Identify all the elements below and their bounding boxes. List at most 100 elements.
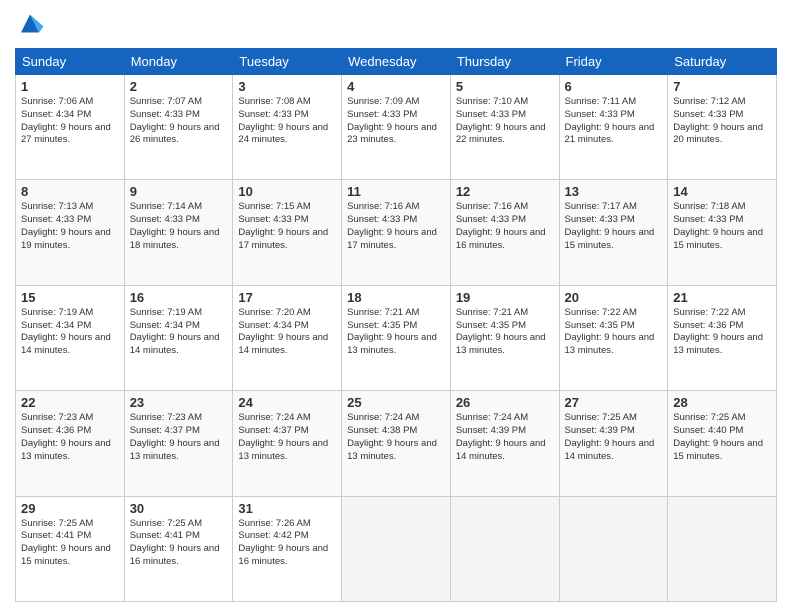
day-number: 9 [130,184,228,199]
calendar-cell: 18Sunrise: 7:21 AMSunset: 4:35 PMDayligh… [342,285,451,390]
logo-icon [15,10,45,40]
day-info: Sunrise: 7:10 AMSunset: 4:33 PMDaylight:… [456,96,554,147]
calendar-cell: 27Sunrise: 7:25 AMSunset: 4:39 PMDayligh… [559,391,668,496]
calendar-cell [668,496,777,601]
calendar-cell: 21 Sunrise: 7:22 AMSunset: 4:36 PMDayligh… [668,285,777,390]
day-number: 29 [21,501,119,516]
calendar-cell: 13 Sunrise: 7:17 AMSunset: 4:33 PMDayligh… [559,180,668,285]
calendar-cell: 15Sunrise: 7:19 AMSunset: 4:34 PMDayligh… [16,285,125,390]
day-info: Sunrise: 7:21 AMSunset: 4:35 PMDaylight:… [456,307,554,358]
calendar-week-row: 22 Sunrise: 7:23 AMSunset: 4:36 PMDayligh… [16,391,777,496]
calendar-cell: 14 Sunrise: 7:18 AMSunset: 4:33 PMDayligh… [668,180,777,285]
calendar-week-row: 29 Sunrise: 7:25 AMSunset: 4:41 PMDayligh… [16,496,777,601]
day-info: Sunrise: 7:23 AMSunset: 4:37 PMDaylight:… [130,412,228,463]
day-number: 21 [673,290,771,305]
calendar-cell: 23 Sunrise: 7:23 AMSunset: 4:37 PMDayligh… [124,391,233,496]
weekday-header: Saturday [668,49,777,75]
day-number: 14 [673,184,771,199]
calendar-cell: 30 Sunrise: 7:25 AMSunset: 4:41 PMDayligh… [124,496,233,601]
day-number: 13 [565,184,663,199]
calendar-cell: 1Sunrise: 7:06 AMSunset: 4:34 PMDaylight… [16,75,125,180]
day-number: 8 [21,184,119,199]
day-number: 4 [347,79,445,94]
calendar-cell: 6 Sunrise: 7:11 AMSunset: 4:33 PMDaylight… [559,75,668,180]
day-number: 11 [347,184,445,199]
weekday-header: Thursday [450,49,559,75]
calendar-cell: 4 Sunrise: 7:09 AMSunset: 4:33 PMDaylight… [342,75,451,180]
calendar-cell: 22 Sunrise: 7:23 AMSunset: 4:36 PMDayligh… [16,391,125,496]
weekday-header: Monday [124,49,233,75]
day-info: Sunrise: 7:11 AMSunset: 4:33 PMDaylight:… [565,96,663,147]
day-info: Sunrise: 7:26 AMSunset: 4:42 PMDaylight:… [238,518,336,569]
weekday-header-row: SundayMondayTuesdayWednesdayThursdayFrid… [16,49,777,75]
calendar-cell: 3 Sunrise: 7:08 AMSunset: 4:33 PMDaylight… [233,75,342,180]
day-number: 26 [456,395,554,410]
day-info: Sunrise: 7:23 AMSunset: 4:36 PMDaylight:… [21,412,119,463]
day-info: Sunrise: 7:16 AMSunset: 4:33 PMDaylight:… [347,201,445,252]
day-info: Sunrise: 7:08 AMSunset: 4:33 PMDaylight:… [238,96,336,147]
day-info: Sunrise: 7:09 AMSunset: 4:33 PMDaylight:… [347,96,445,147]
day-number: 5 [456,79,554,94]
day-number: 18 [347,290,445,305]
day-info: Sunrise: 7:12 AMSunset: 4:33 PMDaylight:… [673,96,771,147]
calendar-cell: 9 Sunrise: 7:14 AMSunset: 4:33 PMDaylight… [124,180,233,285]
weekday-header: Wednesday [342,49,451,75]
day-info: Sunrise: 7:14 AMSunset: 4:33 PMDaylight:… [130,201,228,252]
weekday-header: Sunday [16,49,125,75]
day-info: Sunrise: 7:25 AMSunset: 4:41 PMDaylight:… [130,518,228,569]
calendar-cell: 24 Sunrise: 7:24 AMSunset: 4:37 PMDayligh… [233,391,342,496]
day-number: 30 [130,501,228,516]
calendar-cell [450,496,559,601]
calendar-cell: 20 Sunrise: 7:22 AMSunset: 4:35 PMDayligh… [559,285,668,390]
day-number: 7 [673,79,771,94]
day-number: 15 [21,290,119,305]
day-info: Sunrise: 7:24 AMSunset: 4:38 PMDaylight:… [347,412,445,463]
calendar-cell: 16Sunrise: 7:19 AMSunset: 4:34 PMDayligh… [124,285,233,390]
day-info: Sunrise: 7:24 AMSunset: 4:37 PMDaylight:… [238,412,336,463]
calendar-week-row: 8 Sunrise: 7:13 AMSunset: 4:33 PMDaylight… [16,180,777,285]
weekday-header: Friday [559,49,668,75]
day-number: 2 [130,79,228,94]
day-info: Sunrise: 7:25 AMSunset: 4:41 PMDaylight:… [21,518,119,569]
calendar-cell [559,496,668,601]
day-info: Sunrise: 7:25 AMSunset: 4:39 PMDaylight:… [565,412,663,463]
calendar-cell: 19Sunrise: 7:21 AMSunset: 4:35 PMDayligh… [450,285,559,390]
calendar-table: SundayMondayTuesdayWednesdayThursdayFrid… [15,48,777,602]
calendar-cell: 17 Sunrise: 7:20 AMSunset: 4:34 PMDayligh… [233,285,342,390]
calendar-cell: 28 Sunrise: 7:25 AMSunset: 4:40 PMDayligh… [668,391,777,496]
calendar-cell: 12 Sunrise: 7:16 AMSunset: 4:33 PMDayligh… [450,180,559,285]
header [15,10,777,40]
calendar-cell: 2 Sunrise: 7:07 AMSunset: 4:33 PMDaylight… [124,75,233,180]
day-number: 12 [456,184,554,199]
day-info: Sunrise: 7:07 AMSunset: 4:33 PMDaylight:… [130,96,228,147]
day-info: Sunrise: 7:13 AMSunset: 4:33 PMDaylight:… [21,201,119,252]
day-info: Sunrise: 7:17 AMSunset: 4:33 PMDaylight:… [565,201,663,252]
day-info: Sunrise: 7:16 AMSunset: 4:33 PMDaylight:… [456,201,554,252]
calendar-cell: 25 Sunrise: 7:24 AMSunset: 4:38 PMDayligh… [342,391,451,496]
day-number: 23 [130,395,228,410]
day-number: 31 [238,501,336,516]
day-number: 28 [673,395,771,410]
day-info: Sunrise: 7:15 AMSunset: 4:33 PMDaylight:… [238,201,336,252]
day-number: 20 [565,290,663,305]
day-number: 3 [238,79,336,94]
calendar-week-row: 1Sunrise: 7:06 AMSunset: 4:34 PMDaylight… [16,75,777,180]
day-number: 17 [238,290,336,305]
page: SundayMondayTuesdayWednesdayThursdayFrid… [0,0,792,612]
day-number: 10 [238,184,336,199]
calendar-cell [342,496,451,601]
logo [15,10,49,40]
calendar-cell: 26Sunrise: 7:24 AMSunset: 4:39 PMDayligh… [450,391,559,496]
day-info: Sunrise: 7:22 AMSunset: 4:35 PMDaylight:… [565,307,663,358]
day-number: 24 [238,395,336,410]
day-info: Sunrise: 7:20 AMSunset: 4:34 PMDaylight:… [238,307,336,358]
calendar-cell: 5 Sunrise: 7:10 AMSunset: 4:33 PMDaylight… [450,75,559,180]
day-info: Sunrise: 7:18 AMSunset: 4:33 PMDaylight:… [673,201,771,252]
calendar-cell: 29 Sunrise: 7:25 AMSunset: 4:41 PMDayligh… [16,496,125,601]
day-info: Sunrise: 7:25 AMSunset: 4:40 PMDaylight:… [673,412,771,463]
day-number: 25 [347,395,445,410]
day-number: 22 [21,395,119,410]
day-info: Sunrise: 7:22 AMSunset: 4:36 PMDaylight:… [673,307,771,358]
day-number: 6 [565,79,663,94]
day-info: Sunrise: 7:19 AMSunset: 4:34 PMDaylight:… [130,307,228,358]
